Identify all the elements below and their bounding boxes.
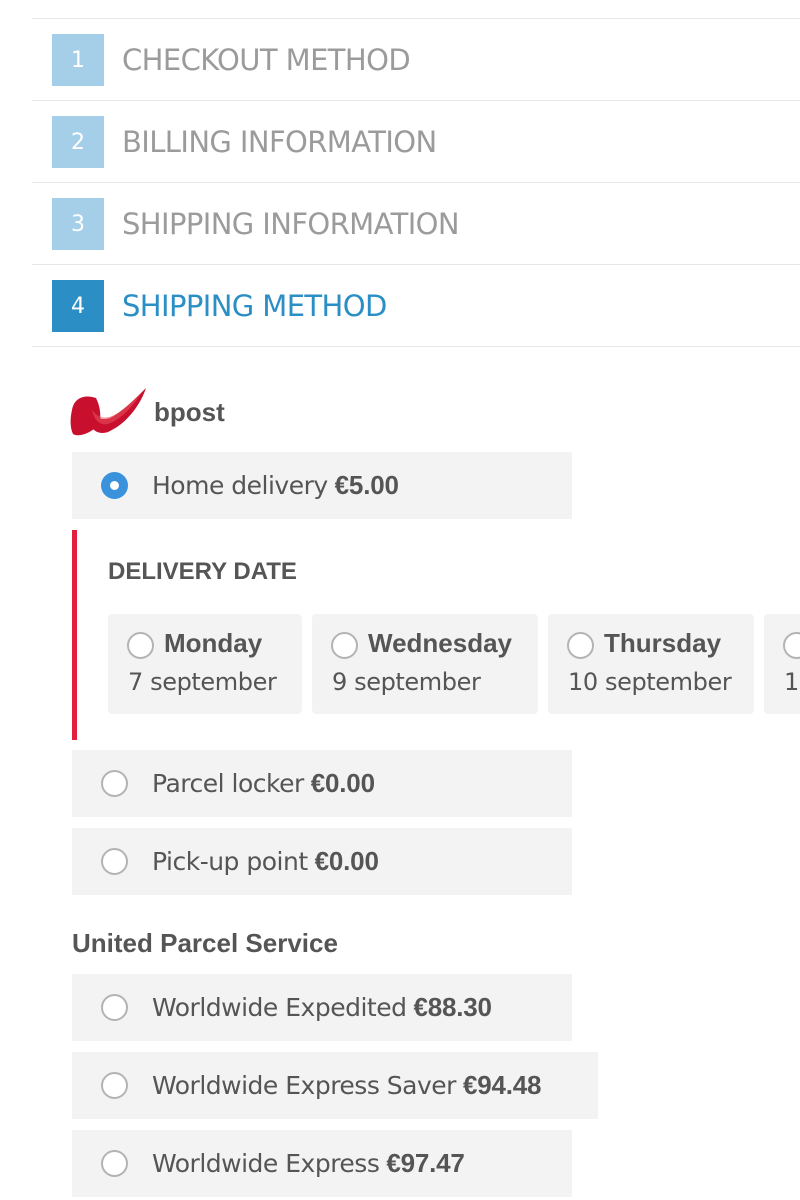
step-number: 3 <box>52 198 104 250</box>
rate-worldwide-expedited[interactable]: Worldwide Expedited €88.30 <box>72 974 572 1041</box>
delivery-date-option[interactable]: Monday 7 september <box>108 614 302 714</box>
rate-price: €94.48 <box>462 1070 542 1100</box>
rate-price: €5.00 <box>334 470 399 500</box>
radio-button[interactable] <box>101 1072 128 1099</box>
rate-label: Worldwide Express Saver <box>152 1071 456 1100</box>
carrier-bpost-header: bpost <box>70 384 225 440</box>
radio-selected[interactable] <box>101 472 128 499</box>
carrier-name: bpost <box>154 396 225 427</box>
bpost-logo-icon <box>70 388 146 436</box>
rate-label: Worldwide Express <box>152 1149 380 1178</box>
rate-label-row: Worldwide Express €97.47 <box>152 1148 465 1179</box>
delivery-day: Thursday <box>604 628 722 658</box>
step-title: SHIPPING METHOD <box>122 289 387 323</box>
step-title: BILLING INFORMATION <box>122 125 437 159</box>
rate-label-row: Pick-up point €0.00 <box>152 846 379 877</box>
delivery-date: 10 september <box>568 668 732 696</box>
rate-pick-up-point[interactable]: Pick-up point €0.00 <box>72 828 572 895</box>
radio-button[interactable] <box>101 994 128 1021</box>
rate-label: Pick-up point <box>152 847 308 876</box>
delivery-date-option[interactable]: 11 <box>764 614 800 714</box>
delivery-date: 11 <box>784 668 800 696</box>
delivery-date-option[interactable]: Wednesday 9 september <box>312 614 538 714</box>
delivery-date-panel: DELIVERY DATE Monday 7 september Wednesd… <box>72 530 800 740</box>
rate-worldwide-express[interactable]: Worldwide Express €97.47 <box>72 1130 572 1197</box>
rate-label: Worldwide Expedited <box>152 993 407 1022</box>
rate-price: €88.30 <box>413 992 492 1022</box>
radio-button[interactable] <box>567 632 594 659</box>
rate-price: €0.00 <box>310 768 375 798</box>
carrier-name: United Parcel Service <box>72 928 338 958</box>
step-title: SHIPPING INFORMATION <box>122 207 460 241</box>
rate-label-row: Home delivery €5.00 <box>152 470 399 501</box>
delivery-date-option[interactable]: Thursday 10 september <box>548 614 754 714</box>
delivery-day: Wednesday <box>368 628 513 658</box>
rate-label: Parcel locker <box>152 769 304 798</box>
radio-button[interactable] <box>783 632 800 659</box>
rate-label-row: Parcel locker €0.00 <box>152 768 375 799</box>
step-checkout-method[interactable]: 1 CHECKOUT METHOD <box>32 19 800 101</box>
step-number: 2 <box>52 116 104 168</box>
rate-label-row: Worldwide Express Saver €94.48 <box>152 1070 541 1101</box>
delivery-date: 7 september <box>128 668 277 696</box>
delivery-date: 9 september <box>332 668 481 696</box>
rate-label-row: Worldwide Expedited €88.30 <box>152 992 492 1023</box>
rate-parcel-locker[interactable]: Parcel locker €0.00 <box>72 750 572 817</box>
step-title: CHECKOUT METHOD <box>122 43 411 77</box>
rate-price: €97.47 <box>386 1148 465 1178</box>
rate-price: €0.00 <box>314 846 379 876</box>
delivery-date-title: DELIVERY DATE <box>108 558 297 585</box>
rate-home-delivery[interactable]: Home delivery €5.00 <box>72 452 572 519</box>
radio-button[interactable] <box>101 848 128 875</box>
rate-worldwide-express-saver[interactable]: Worldwide Express Saver €94.48 <box>72 1052 598 1119</box>
radio-button[interactable] <box>331 632 358 659</box>
radio-button[interactable] <box>101 1150 128 1177</box>
step-number: 4 <box>52 280 104 332</box>
delivery-day: Monday <box>164 628 263 658</box>
step-shipping-information[interactable]: 3 SHIPPING INFORMATION <box>32 183 800 265</box>
radio-dot-icon <box>110 481 119 490</box>
checkout-steps: 1 CHECKOUT METHOD 2 BILLING INFORMATION … <box>32 18 800 347</box>
step-billing-information[interactable]: 2 BILLING INFORMATION <box>32 101 800 183</box>
rate-label: Home delivery <box>152 471 328 500</box>
radio-button[interactable] <box>127 632 154 659</box>
radio-button[interactable] <box>101 770 128 797</box>
step-number: 1 <box>52 34 104 86</box>
carrier-ups-header: United Parcel Service <box>72 928 338 959</box>
step-shipping-method[interactable]: 4 SHIPPING METHOD <box>32 265 800 347</box>
